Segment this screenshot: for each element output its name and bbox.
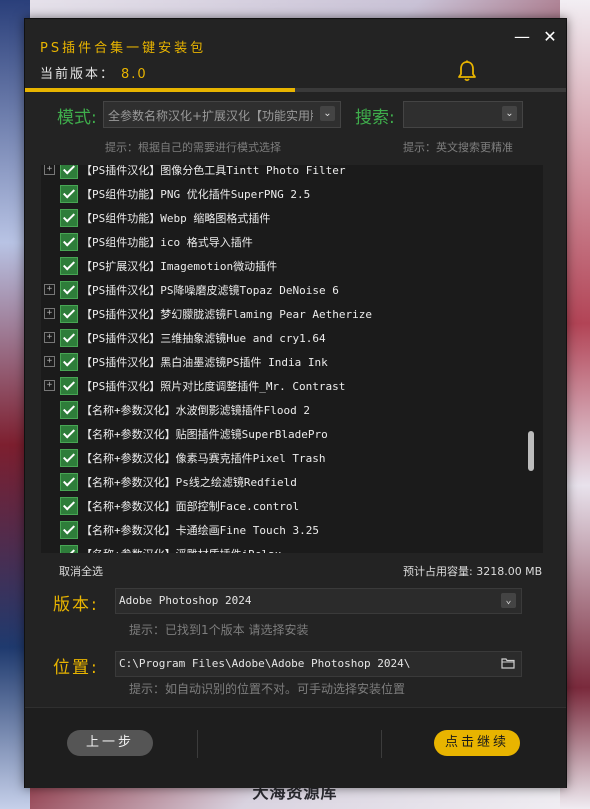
location-label: 位置: [53,658,99,678]
chevron-down-icon[interactable]: ⌄ [502,106,517,121]
mode-hint: 提示：根据自己的需要进行模式选择 [105,141,281,154]
list-item[interactable]: + 【PS插件汉化】梦幻朦胧滤镜Flaming Pear Aetherize [41,302,521,326]
progress-tab-bar [25,88,566,92]
list-item-label: 【PS组件功能】ico 格式导入插件 [81,236,253,249]
location-input[interactable]: C:\Program Files\Adobe\Adobe Photoshop 2… [115,651,522,677]
list-item-label: 【PS插件汉化】三维抽象滤镜Hue and cry1.64 [81,332,326,345]
progress-tab-active [25,88,295,92]
list-item-label: 【名称+参数汉化】Ps线之绘滤镜Redfield [81,476,297,489]
list-item-label: 【PS插件汉化】梦幻朦胧滤镜Flaming Pear Aetherize [81,308,372,321]
checkbox[interactable] [60,473,78,491]
list-item[interactable]: 【名称+参数汉化】卡通绘画Fine Touch 3.25 [41,518,521,542]
list-item-label: 【PS插件汉化】照片对比度调整插件_Mr. Contrast [81,380,346,393]
list-item[interactable]: 【PS组件功能】ico 格式导入插件 [41,230,521,254]
checkbox[interactable] [60,401,78,419]
mode-select-value: 全参数名称汉化+扩展汉化【功能实用版】 [108,109,313,123]
list-item[interactable]: 【名称+参数汉化】Ps线之绘滤镜Redfield [41,470,521,494]
list-item-label: 【名称+参数汉化】贴图插件滤镜SuperBladePro [81,428,328,441]
footer-separator [197,730,198,758]
list-item[interactable]: + 【PS插件汉化】图像分色工具Tintt Photo Filter [41,165,521,182]
ps-version-label: 版本: [53,595,99,615]
folder-icon[interactable] [501,657,515,669]
list-item-label: 【PS组件功能】Webp 缩略图格式插件 [81,212,271,225]
expand-icon[interactable]: + [44,165,55,175]
window-title: PS插件合集一键安装包 [40,41,207,56]
footer-separator [381,730,382,758]
list-item-label: 【名称+参数汉化】水波倒影滤镜插件Flood 2 [81,404,310,417]
list-item[interactable]: + 【PS插件汉化】照片对比度调整插件_Mr. Contrast [41,374,521,398]
search-label: 搜索: [355,108,395,128]
expand-icon[interactable]: + [44,284,55,295]
chevron-down-icon[interactable]: ⌄ [501,593,516,608]
checkbox[interactable] [60,353,78,371]
list-item[interactable]: 【PS组件功能】PNG 优化插件SuperPNG 2.5 [41,182,521,206]
checkbox[interactable] [60,209,78,227]
checkbox[interactable] [60,233,78,251]
list-item-label: 【PS插件汉化】图像分色工具Tintt Photo Filter [81,165,346,177]
list-item-label: 【名称+参数汉化】浮雕材质插件iRelax [81,546,281,553]
list-item[interactable]: 【名称+参数汉化】贴图插件滤镜SuperBladePro [41,422,521,446]
plugin-list[interactable]: 【名称+参数汉化】浮雕材质插件iRelax 【名称+参数汉化】卡通绘画Fine T… [41,165,543,553]
list-item[interactable]: + 【PS插件汉化】PS降噪磨皮滤镜Topaz DeNoise 6 [41,278,521,302]
checkbox[interactable] [60,449,78,467]
expand-icon[interactable]: + [44,380,55,391]
list-item[interactable]: + 【PS插件汉化】三维抽象滤镜Hue and cry1.64 [41,326,521,350]
expand-icon[interactable]: + [44,332,55,343]
expand-icon[interactable]: + [44,308,55,319]
list-item-label: 【名称+参数汉化】像素马赛克插件Pixel Trash [81,452,326,465]
list-item-label: 【PS扩展汉化】Imagemotion微动插件 [81,260,278,273]
list-item[interactable]: 【名称+参数汉化】像素马赛克插件Pixel Trash [41,446,521,470]
bell-icon[interactable] [455,59,479,83]
list-item[interactable]: 【PS扩展汉化】Imagemotion微动插件 [41,254,521,278]
ps-version-select[interactable]: Adobe Photoshop 2024 ⌄ [115,588,522,614]
list-item[interactable]: 【名称+参数汉化】水波倒影滤镜插件Flood 2 [41,398,521,422]
checkbox[interactable] [60,377,78,395]
list-item[interactable]: 【PS组件功能】Webp 缩略图格式插件 [41,206,521,230]
prev-button[interactable]: 上一步 [67,730,153,756]
search-hint: 提示：英文搜索更精准 [403,141,513,154]
checkbox[interactable] [60,521,78,539]
list-scrollbar[interactable] [528,431,534,471]
checkbox[interactable] [60,281,78,299]
ps-version-value: Adobe Photoshop 2024 [119,594,252,607]
list-item[interactable]: 【名称+参数汉化】浮雕材质插件iRelax [41,542,521,553]
footer-bar: 上一步 点击继续 [25,707,566,788]
continue-button[interactable]: 点击继续 [434,730,520,756]
location-path: C:\Program Files\Adobe\Adobe Photoshop 2… [119,657,411,670]
list-item[interactable]: + 【PS插件汉化】黑白油墨滤镜PS插件 India Ink [41,350,521,374]
deselect-all-button[interactable]: 取消全选 [59,563,103,579]
list-item-label: 【名称+参数汉化】卡通绘画Fine Touch 3.25 [81,524,319,537]
list-item-label: 【名称+参数汉化】面部控制Face.control [81,500,300,513]
checkbox[interactable] [60,257,78,275]
expand-icon[interactable]: + [44,356,55,367]
list-item-label: 【PS插件汉化】黑白油墨滤镜PS插件 India Ink [81,356,328,369]
checkbox[interactable] [60,545,78,553]
version-label-text: 当前版本： [40,67,116,82]
version-number: 8.0 [121,67,148,82]
space-estimate: 预计占用容量: 3218.00 MB [403,565,543,578]
checkbox[interactable] [60,305,78,323]
checkbox[interactable] [60,165,78,179]
location-hint: 提示：如自动识别的位置不对。可手动选择安装位置 [129,682,406,696]
mode-label: 模式: [57,108,97,128]
checkbox[interactable] [60,329,78,347]
ps-version-hint: 提示：已找到1个版本 请选择安装 [129,623,309,637]
checkbox[interactable] [60,497,78,515]
list-item-label: 【PS组件功能】PNG 优化插件SuperPNG 2.5 [81,188,311,201]
checkbox[interactable] [60,425,78,443]
installer-window: PS插件合集一键安装包 当前版本： 8.0 — ✕ 模式: 全参数名称汉化+扩展汉… [24,18,567,788]
version-label: 当前版本： 8.0 [40,63,148,82]
checkbox[interactable] [60,185,78,203]
chevron-down-icon[interactable]: ⌄ [320,106,335,121]
close-button[interactable]: ✕ [540,29,560,45]
search-input[interactable]: ⌄ [403,101,523,128]
list-item[interactable]: 【名称+参数汉化】面部控制Face.control [41,494,521,518]
minimize-button[interactable]: — [512,29,532,45]
mode-select[interactable]: 全参数名称汉化+扩展汉化【功能实用版】 ⌄ [103,101,341,128]
list-item-label: 【PS插件汉化】PS降噪磨皮滤镜Topaz DeNoise 6 [81,284,339,297]
